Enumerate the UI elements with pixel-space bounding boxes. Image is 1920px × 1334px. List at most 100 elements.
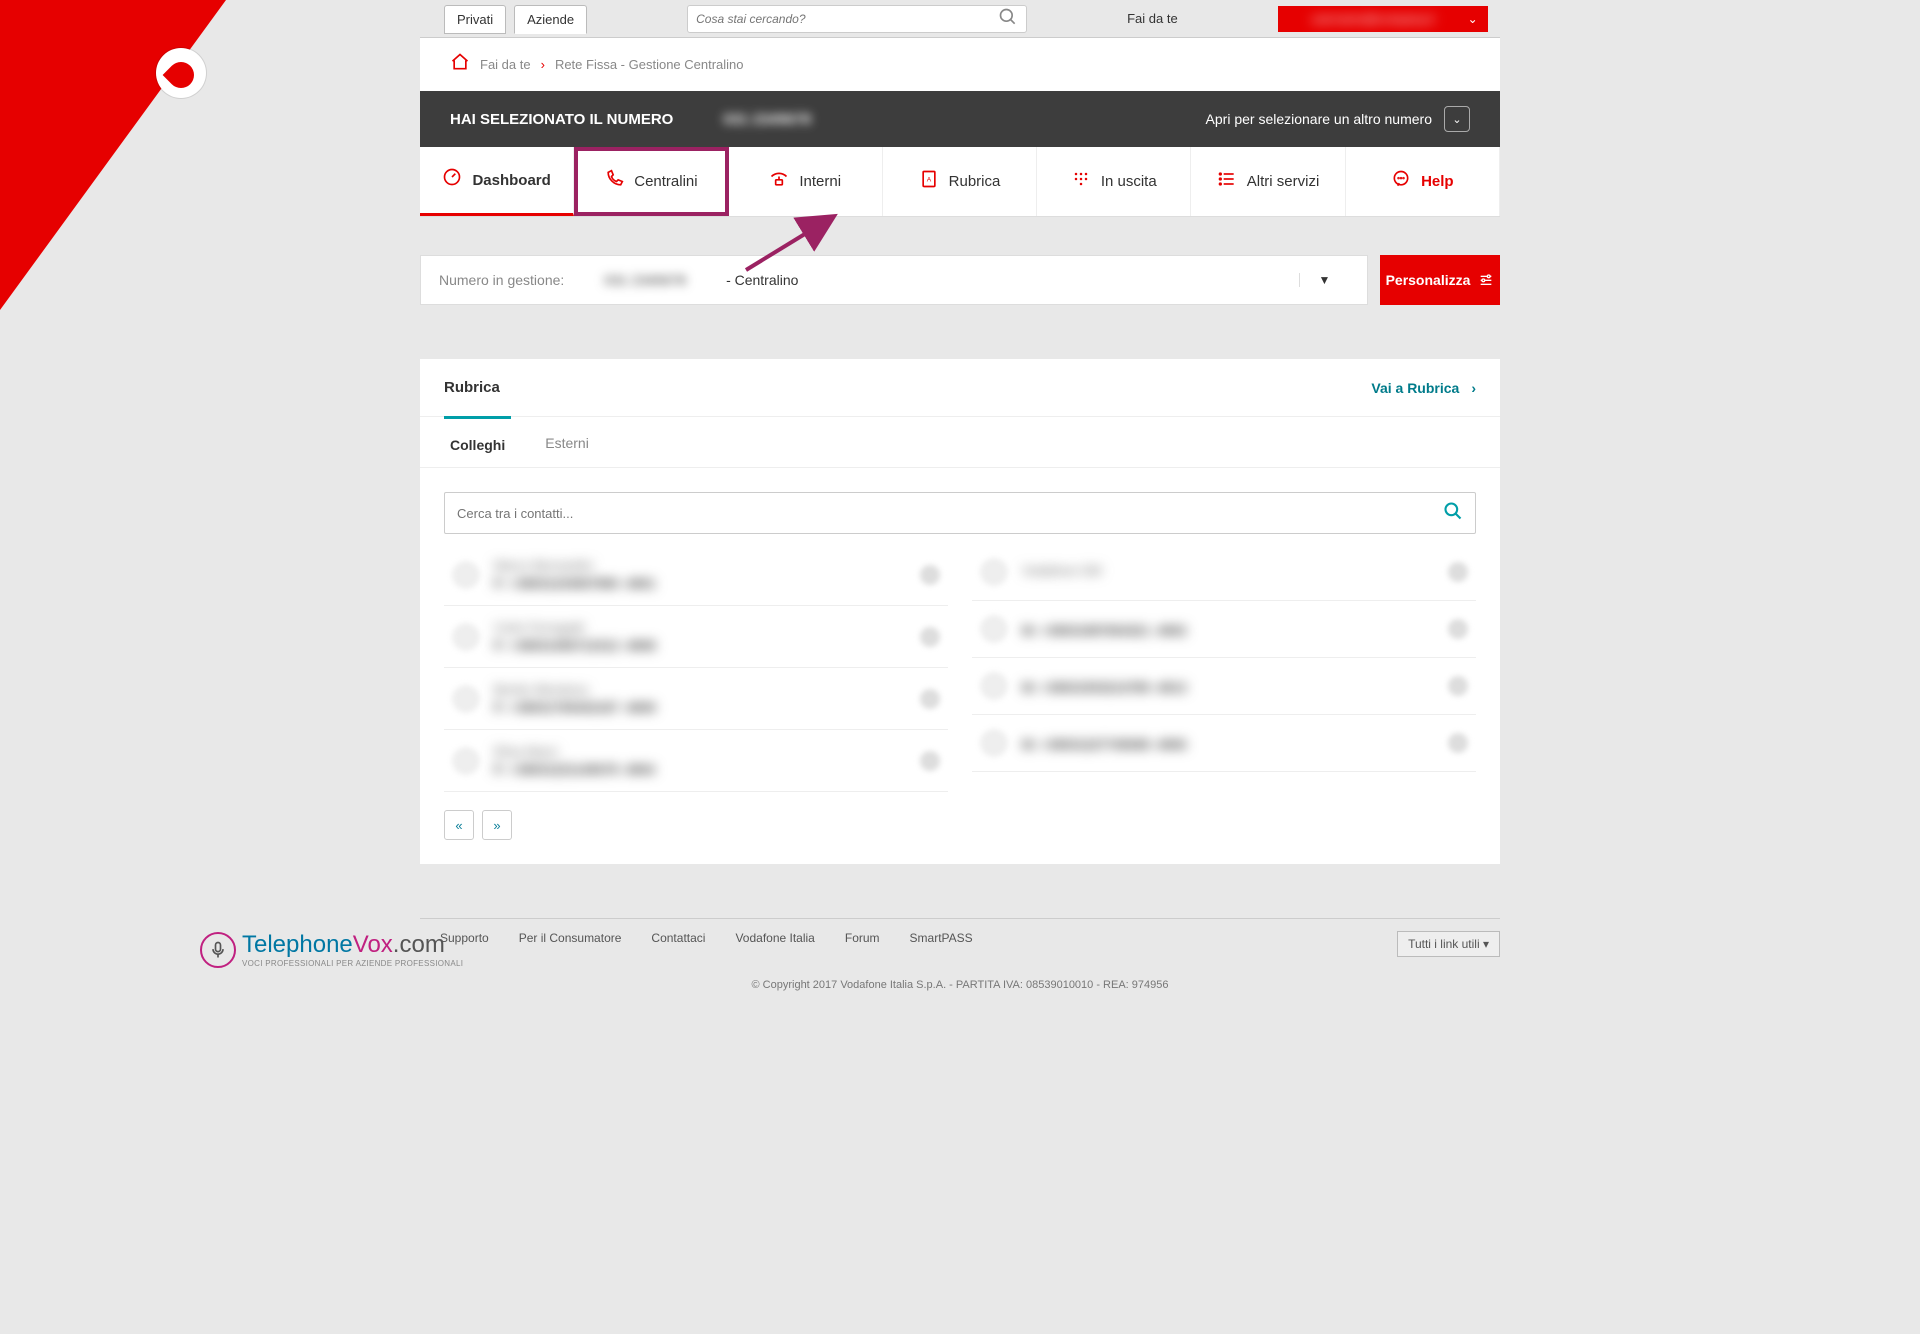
panel-title: Rubrica [444,379,500,396]
chat-icon [1391,169,1411,195]
avatar [452,561,480,589]
tab-dashboard[interactable]: Dashboard [420,147,574,216]
pager-first[interactable]: « [444,810,474,840]
contact-row[interactable]: M: +39031553214789 -4913 [972,658,1476,715]
tab-label: In uscita [1101,173,1157,190]
vodafone-logo [156,48,206,98]
breadcrumb-item[interactable]: Fai da te [480,57,531,72]
dialpad-icon [1071,169,1091,195]
logo-text: Vox [353,931,393,958]
logo-text: .com [393,931,445,958]
chevron-down-icon[interactable]: ▼ [1299,273,1349,287]
action-icon[interactable] [920,689,940,709]
footer-link-forum[interactable]: Forum [845,931,880,957]
vai-a-rubrica-link[interactable]: Vai a Rubrica › [1371,380,1476,396]
footer-link-contattaci[interactable]: Contattaci [651,931,705,957]
contact-text: Vodafone GM [1022,563,1434,581]
footer-link-vodafone-italia[interactable]: Vodafone Italia [735,931,814,957]
global-search[interactable] [687,5,1027,33]
contact-text: M: +39031227745698 -4906 [1022,734,1434,752]
tab-inuscita[interactable]: In uscita [1037,147,1191,216]
chevron-right-icon: › [541,57,545,72]
subtab-esterni[interactable]: Esterni [539,417,595,467]
faidate-label: Fai da te [1127,11,1178,26]
contact-row[interactable]: M: +39031987654321 -4902 [972,601,1476,658]
action-icon[interactable] [1448,733,1468,753]
contact-row[interactable]: Elisa MarziF: +39031221145678 -4904 [444,730,948,792]
topbar: Privati Aziende Fai da te username@compa… [420,0,1500,38]
phone-icon [604,169,624,195]
avatar [452,623,480,651]
contact-row[interactable]: Vodafone GM [972,544,1476,601]
tab-help[interactable]: Help [1346,147,1500,216]
gauge-icon [442,167,462,193]
search-icon[interactable] [998,7,1018,30]
avatar [980,615,1008,643]
addressbook-icon: A [919,169,939,195]
button-label: Personalizza [1386,272,1471,288]
tab-privati[interactable]: Privati [444,5,506,34]
tab-altri-servizi[interactable]: Altri servizi [1191,147,1345,216]
tab-label: Altri servizi [1247,173,1320,190]
footer-link-consumatore[interactable]: Per il Consumatore [519,931,622,957]
contact-row[interactable]: Marco BernardiniF: +39031234567890 -4901 [444,544,948,606]
tab-label: Help [1421,173,1454,190]
home-icon[interactable] [450,52,470,77]
breadcrumb-item: Rete Fissa - Gestione Centralino [555,57,744,72]
contact-text: Marco BernardiniF: +39031234567890 -4901 [494,558,906,591]
contact-text: Benito MendozaF: +39031765432187 -4909 [494,682,906,715]
action-icon[interactable] [1448,676,1468,696]
contact-text: Carlo FerragattiF: +39031456712312 -4908 [494,620,906,653]
number-label: Numero in gestione: [439,272,564,288]
double-chevron-down-icon: ⌄ [1452,113,1461,126]
search-input[interactable] [696,12,998,26]
action-icon[interactable] [1448,562,1468,582]
tab-label: Interni [799,173,841,190]
tab-label: Dashboard [472,172,550,189]
subtab-colleghi[interactable]: Colleghi [444,416,511,467]
rubrica-panel: Rubrica Vai a Rubrica › Colleghi Esterni… [420,359,1500,864]
brand-triangle [0,0,226,310]
contact-row[interactable]: Benito MendozaF: +39031765432187 -4909 [444,668,948,730]
tab-label: Rubrica [949,173,1001,190]
telephonevox-logo: TelephoneVox.com VOCI PROFESSIONALI PER … [200,931,463,968]
all-links-dropdown[interactable]: Tutti i link utili ▾ [1397,931,1500,957]
chevron-down-icon: ⌄ [1468,12,1478,26]
pager-next[interactable]: » [482,810,512,840]
contact-row[interactable]: M: +39031227745698 -4906 [972,715,1476,772]
number-suffix: - Centralino [726,272,798,288]
phone-classic-icon [769,169,789,195]
action-icon[interactable] [920,565,940,585]
action-icon[interactable] [920,627,940,647]
avatar [980,729,1008,757]
account-dropdown[interactable]: username@company.it ⌄ [1278,6,1488,32]
microphone-icon [200,932,236,968]
contact-text: Elisa MarziF: +39031221145678 -4904 [494,744,906,777]
avatar [980,672,1008,700]
number-selector[interactable]: Numero in gestione: 031 2345678 - Centra… [420,255,1368,305]
contact-list: Marco BernardiniF: +39031234567890 -4901… [420,544,1500,792]
personalizza-button[interactable]: Personalizza [1380,255,1500,305]
link-label: Vai a Rubrica [1371,380,1459,396]
expand-number-button[interactable]: ⌄ [1444,106,1470,132]
search-contacts[interactable] [444,492,1476,534]
chevron-right-icon: › [1471,380,1476,396]
tab-centralini[interactable]: Centralini [574,147,728,216]
search-icon[interactable] [1443,501,1463,526]
tab-interni[interactable]: Interni [729,147,883,216]
action-icon[interactable] [1448,619,1468,639]
tab-label: Centralini [634,173,697,190]
list-icon [1217,169,1237,195]
action-icon[interactable] [920,751,940,771]
avatar [452,747,480,775]
number-value: 031 2345678 [564,272,726,288]
contact-text: M: +39031553214789 -4913 [1022,677,1434,695]
search-contacts-input[interactable] [457,506,1443,521]
contact-row[interactable]: Carlo FerragattiF: +39031456712312 -4908 [444,606,948,668]
breadcrumb: Fai da te › Rete Fissa - Gestione Centra… [420,38,1500,91]
avatar [452,685,480,713]
tab-aziende[interactable]: Aziende [514,5,587,34]
tab-rubrica[interactable]: A Rubrica [883,147,1037,216]
footer-link-smartpass[interactable]: SmartPASS [910,931,973,957]
logo-text: Telephone [242,931,353,958]
